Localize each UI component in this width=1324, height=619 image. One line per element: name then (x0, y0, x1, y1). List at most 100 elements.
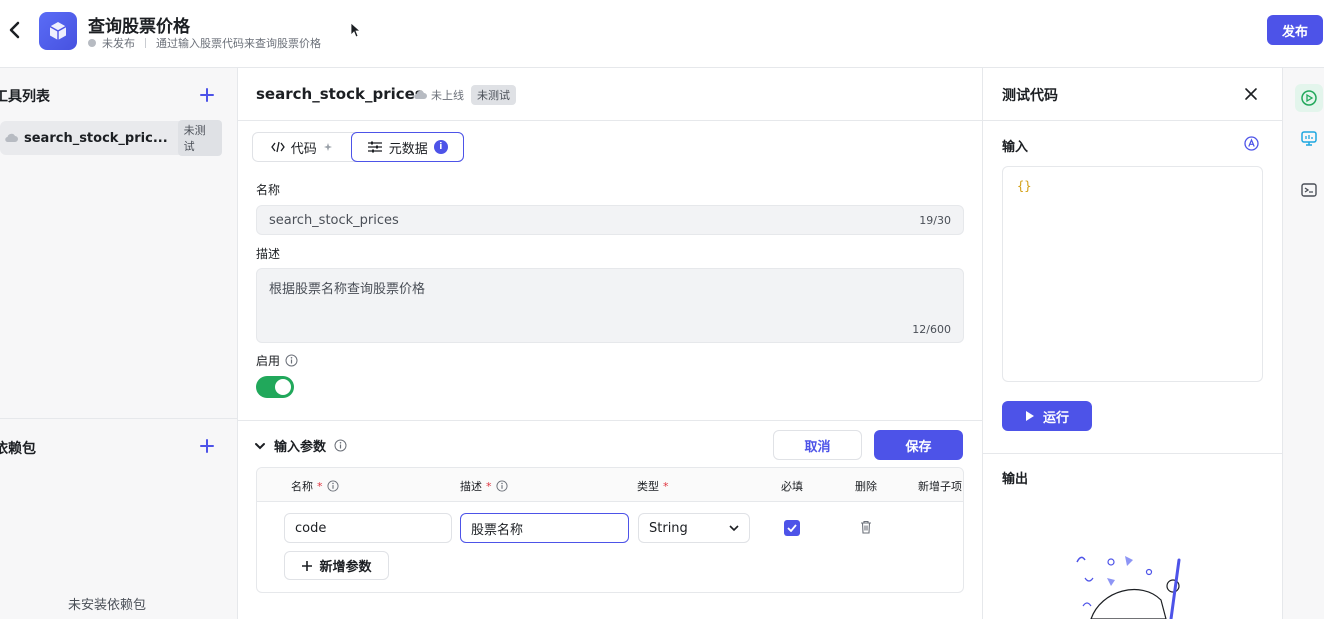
publish-button[interactable]: 发布 (1267, 15, 1323, 45)
trash-icon[interactable] (860, 520, 872, 534)
monitor-icon[interactable] (1295, 124, 1323, 152)
col-name-label: 名称 (291, 480, 313, 493)
col-required-header: 必填 (781, 480, 803, 493)
empty-output-illustration (1071, 550, 1191, 619)
input-params-header[interactable]: 输入参数 (254, 436, 347, 455)
no-dependencies-text: 未安装依赖包 (68, 598, 147, 613)
info-circle-icon (326, 480, 339, 492)
description-label: 描述 (256, 247, 281, 261)
chevron-down-icon (729, 524, 739, 532)
save-button[interactable]: 保存 (874, 430, 963, 460)
editor-panel: search_stock_prices 未上线 未测试 代码 元数据 i 名称 … (238, 68, 982, 619)
plugin-cube-icon (39, 12, 77, 50)
divider (0, 418, 237, 419)
add-dependency-plus-icon[interactable] (199, 438, 215, 454)
plugin-description: 通过输入股票代码来查询股票价格 (156, 37, 321, 50)
dependencies-title: 依赖包 (0, 441, 36, 457)
col-type-label: 类型 (637, 480, 659, 493)
description-field-value: 根据股票名称查询股票价格 (269, 282, 426, 297)
mouse-cursor-icon (350, 22, 360, 38)
input-params-title: 输入参数 (274, 440, 327, 455)
sparkle-icon (323, 142, 333, 152)
publish-status: 未发布 (102, 37, 135, 50)
status-dot-icon (88, 39, 96, 47)
sliders-icon (367, 140, 383, 154)
required-star: * (317, 479, 323, 493)
input-code-editor[interactable]: {} (1002, 166, 1263, 382)
run-button[interactable]: 运行 (1002, 401, 1092, 431)
col-desc-label: 描述 (460, 480, 482, 493)
online-status: 未上线 (413, 87, 464, 103)
enable-label: 启用 (256, 354, 281, 368)
right-tool-rail (1282, 68, 1324, 619)
play-icon (1025, 410, 1035, 422)
plus-icon (301, 560, 313, 572)
tab-code[interactable]: 代码 (253, 133, 351, 161)
ai-generate-icon[interactable] (1244, 136, 1259, 151)
tool-test-tag: 未测试 (177, 120, 222, 156)
info-circle-icon (495, 480, 508, 492)
run-label: 运行 (1042, 410, 1069, 426)
tools-list-title: 工具列表 (0, 89, 50, 105)
description-char-count: 12/600 (912, 323, 951, 336)
param-type-value: String (649, 520, 688, 536)
divider (145, 38, 146, 48)
code-icon (270, 141, 285, 153)
debug-play-icon[interactable] (1295, 84, 1323, 112)
chevron-down-icon (254, 441, 266, 451)
left-sidebar: 工具列表 search_stock_pric... 未测试 依赖包 未安装依赖包 (0, 68, 238, 619)
info-circle-icon (334, 439, 347, 452)
info-circle-icon (285, 354, 298, 367)
output-label: 输出 (1002, 472, 1029, 487)
divider (983, 453, 1283, 454)
required-star: * (486, 479, 492, 493)
tool-list-item[interactable]: search_stock_pric... 未测试 (0, 120, 222, 156)
tab-code-label: 代码 (290, 141, 317, 157)
add-param-label: 新增参数 (319, 560, 372, 575)
title-subline: 未发布 通过输入股票代码来查询股票价格 (88, 35, 321, 51)
col-desc-header: 描述 * (460, 478, 508, 494)
name-label: 名称 (256, 183, 281, 197)
close-icon[interactable] (1244, 87, 1258, 101)
enable-label-row: 启用 (256, 352, 298, 369)
name-char-count: 19/30 (919, 214, 951, 227)
param-type-select[interactable]: String (638, 513, 750, 543)
col-type-header: 类型 * (637, 478, 669, 494)
back-arrow-icon[interactable] (4, 18, 26, 42)
tool-file-name: search_stock_prices (256, 85, 424, 103)
online-status-text: 未上线 (431, 89, 464, 102)
col-add-child-header: 新增子项 (918, 480, 962, 493)
param-desc-input[interactable]: 股票名称 (460, 513, 629, 543)
terminal-icon[interactable] (1295, 176, 1323, 204)
param-name-input[interactable]: code (284, 513, 452, 543)
enable-toggle[interactable] (256, 376, 294, 398)
col-name-header: 名称 * (291, 478, 339, 494)
tab-metadata[interactable]: 元数据 i (350, 132, 464, 162)
page-title: 查询股票价格 (88, 17, 190, 37)
cloud-icon (413, 89, 427, 101)
test-panel-header: 测试代码 (983, 68, 1283, 121)
check-icon (787, 524, 797, 532)
tool-item-name: search_stock_pric... (24, 130, 168, 146)
required-star: * (663, 479, 669, 493)
required-checkbox[interactable] (784, 520, 800, 536)
description-field[interactable]: 根据股票名称查询股票价格 12/600 (256, 268, 964, 343)
col-delete-header: 删除 (855, 480, 877, 493)
test-panel-title: 测试代码 (1002, 88, 1058, 104)
input-label: 输入 (1002, 140, 1029, 155)
info-icon: i (433, 140, 448, 154)
divider (238, 420, 982, 421)
cloud-icon (4, 132, 18, 144)
cancel-button[interactable]: 取消 (773, 430, 862, 460)
editor-header: search_stock_prices 未上线 未测试 (238, 68, 982, 121)
input-code-text: {} (1017, 179, 1032, 193)
name-field[interactable]: search_stock_prices 19/30 (256, 205, 964, 235)
tab-metadata-label: 元数据 (388, 141, 428, 157)
test-panel: 测试代码 输入 {} 运行 输出 (982, 68, 1283, 619)
params-table-header: 名称 * 描述 * 类型 * 必填 删除 新增子项 (257, 468, 963, 502)
top-bar: 查询股票价格 未发布 通过输入股票代码来查询股票价格 发布 (0, 0, 1324, 68)
add-param-button[interactable]: 新增参数 (284, 551, 389, 580)
view-tabs: 代码 元数据 i (252, 132, 464, 162)
add-tool-plus-icon[interactable] (199, 87, 215, 103)
name-field-value: search_stock_prices (269, 213, 399, 228)
